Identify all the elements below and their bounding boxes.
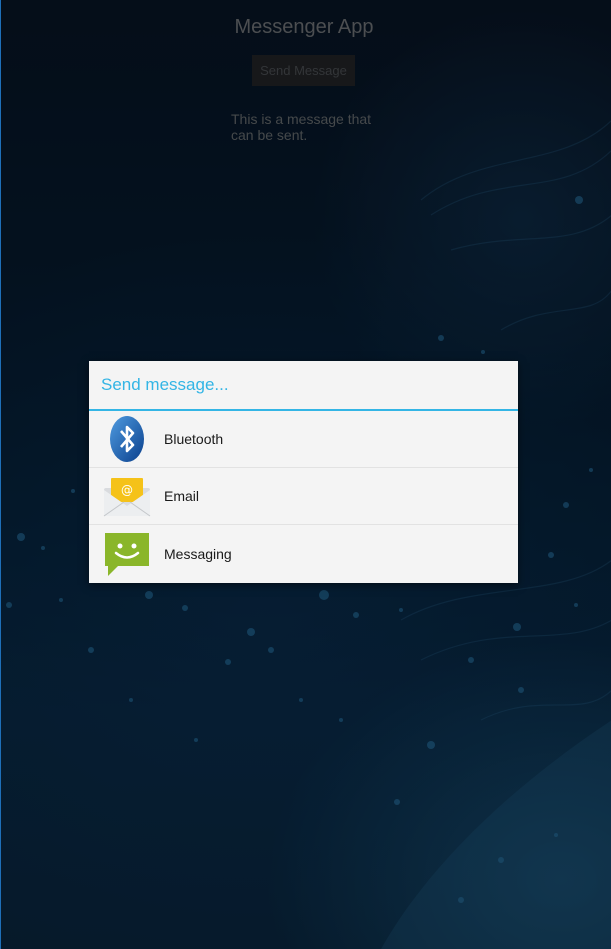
option-label: Email [164, 488, 200, 504]
option-bluetooth[interactable]: Bluetooth [89, 411, 518, 468]
option-label: Messaging [164, 545, 232, 562]
option-label: Bluetooth [164, 431, 224, 447]
dialog-title: Send message... [89, 361, 518, 411]
share-dialog: Send message... Bluetooth @ Email Messag… [89, 361, 518, 583]
screen: Messenger App Send Message This is a mes… [0, 0, 611, 949]
bluetooth-icon [89, 411, 164, 468]
messaging-icon [89, 525, 164, 582]
option-messaging[interactable]: Messaging [89, 525, 518, 582]
svg-text:@: @ [121, 483, 133, 497]
email-icon: @ [89, 468, 164, 525]
option-email[interactable]: @ Email [89, 468, 518, 525]
